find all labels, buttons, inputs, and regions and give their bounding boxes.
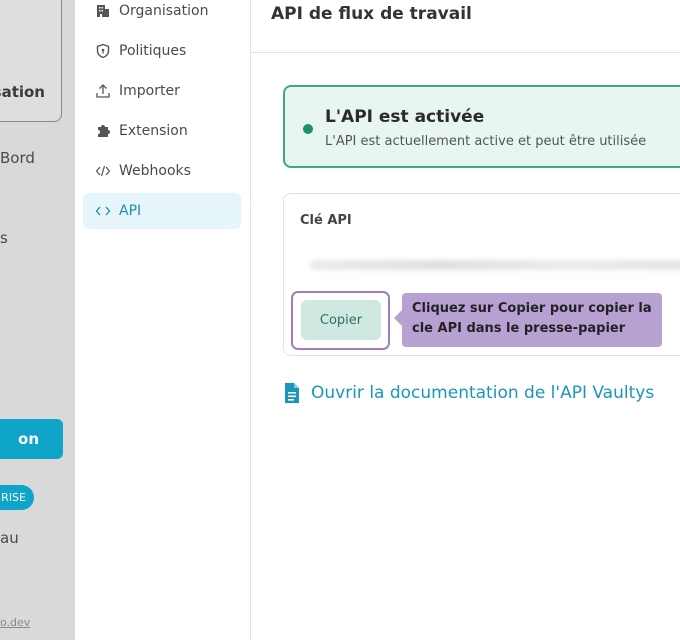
copy-tooltip: Cliquez sur Copier pour copier la cle AP… bbox=[394, 293, 662, 347]
puzzle-icon bbox=[95, 123, 111, 139]
nav-item-label: Webhooks bbox=[119, 163, 191, 179]
nav-item-politiques[interactable]: Politiques bbox=[83, 33, 241, 69]
status-title: L'API est activée bbox=[325, 107, 485, 127]
code-icon bbox=[95, 203, 111, 219]
nav-item-importer[interactable]: Importer bbox=[83, 73, 241, 109]
page-header: API de flux de travail bbox=[251, 0, 680, 53]
nav-item-label: API bbox=[119, 203, 142, 219]
docs-link[interactable]: Ouvrir la documentation de l'API Vaultys bbox=[283, 382, 654, 404]
api-key-value-blurred bbox=[310, 260, 680, 270]
background-sidebar: sation Bord s on RISE au o.dev bbox=[0, 0, 75, 640]
api-status-card: L'API est activée L'API est actuellement… bbox=[283, 85, 680, 168]
document-icon bbox=[283, 382, 301, 404]
shield-icon bbox=[95, 43, 111, 59]
status-dot-icon bbox=[303, 124, 313, 134]
api-key-label: Clé API bbox=[300, 213, 352, 228]
background-text-bord: Bord bbox=[0, 149, 35, 167]
code-icon bbox=[95, 163, 111, 179]
background-primary-button: on bbox=[0, 419, 63, 459]
background-text-s: s bbox=[0, 229, 8, 247]
settings-nav: Organisation Politiques Importer Extensi… bbox=[75, 0, 251, 640]
upload-icon bbox=[95, 83, 111, 99]
background-card-text: sation bbox=[0, 83, 45, 101]
nav-item-extension[interactable]: Extension bbox=[83, 113, 241, 149]
background-org-card: sation bbox=[0, 0, 62, 122]
nav-item-label: Importer bbox=[119, 83, 180, 99]
status-description: L'API est actuellement active et peut êt… bbox=[325, 134, 647, 149]
background-link: o.dev bbox=[0, 616, 31, 629]
copy-button-highlight: Copier bbox=[291, 291, 390, 350]
background-badge: RISE bbox=[0, 485, 34, 510]
copy-button[interactable]: Copier bbox=[301, 300, 381, 340]
nav-item-label: Extension bbox=[119, 123, 188, 139]
page-title: API de flux de travail bbox=[271, 4, 472, 24]
nav-item-organisation[interactable]: Organisation bbox=[83, 0, 241, 29]
api-key-card: Clé API Copier Cliquez sur Copier pour c… bbox=[283, 193, 680, 356]
docs-link-label: Ouvrir la documentation de l'API Vaultys bbox=[311, 383, 655, 403]
nav-item-label: Politiques bbox=[119, 43, 187, 59]
nav-item-webhooks[interactable]: Webhooks bbox=[83, 153, 241, 189]
background-text-au: au bbox=[0, 529, 19, 547]
nav-item-api[interactable]: API bbox=[83, 193, 241, 229]
nav-item-label: Organisation bbox=[119, 3, 209, 19]
building-icon bbox=[95, 3, 111, 19]
